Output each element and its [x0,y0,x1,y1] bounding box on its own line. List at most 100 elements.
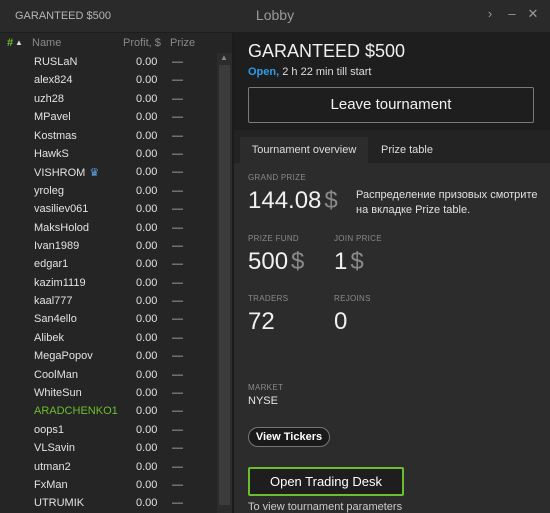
player-row[interactable]: kazim1119 0.00 — [0,274,215,292]
leave-tournament-button[interactable]: Leave tournament [248,87,534,123]
player-profit: 0.00 [136,331,158,344]
scroll-up-icon[interactable]: ▲ [220,53,228,62]
traders-label: TRADERS [248,294,289,303]
player-profit: 0.00 [136,497,158,510]
player-rows: RUSLaN 0.00 — alex824 0.00 — uzh28 0.00 — MPavel 0… [0,53,215,513]
player-row[interactable]: CoolMan 0.00 — [0,366,215,384]
player-name-text: MPavel [34,111,71,124]
player-name: HawkS [34,148,69,160]
open-trading-desk-button[interactable]: Open Trading Desk [248,467,404,496]
player-name: MaksHolod [34,222,89,234]
player-row[interactable]: VISHROM ♛ 0.00 — [0,163,215,181]
player-name: CoolMan [34,369,78,381]
player-prize: — [172,350,183,363]
crown-icon: ♛ [89,167,100,180]
join-price-label: JOIN PRICE [334,234,382,243]
player-row[interactable]: alex824 0.00 — [0,71,215,89]
player-profit: 0.00 [136,203,158,216]
player-profit: 0.00 [136,56,158,68]
hint-text: To view tournament parameters [248,501,403,513]
player-row[interactable]: oops1 0.00 — [0,421,215,439]
rejoins-value: 0 [334,308,348,335]
player-row[interactable]: Ivan1989 0.00 — [0,237,215,255]
tab-prize-table[interactable]: Prize table [372,137,442,163]
player-name-text: kaal777 [34,295,73,308]
player-name: MegaPopov [34,350,93,362]
player-name: Alibek [34,332,64,344]
player-name-text: San4ello [34,313,77,326]
tournament-pane: GARANTEED $500 Open, 2 h 22 min till sta… [234,33,550,513]
player-name-text: edgar1 [34,258,69,271]
player-name: vasiliev061 [34,203,88,215]
sort-arrow-icon[interactable]: ▲ [15,38,23,47]
player-profit: 0.00 [136,74,158,87]
close-icon[interactable]: ✕ [525,6,541,22]
player-row[interactable]: WhiteSun 0.00 — [0,384,215,402]
player-prize: — [172,478,183,491]
player-name-text: MaksHolod [34,221,90,234]
player-name: oops1 [34,424,64,436]
player-name-text: alex824 [34,74,73,87]
scroll-thumb[interactable] [219,65,230,505]
player-row[interactable]: MaksHolod 0.00 — [0,219,215,237]
player-row[interactable]: MegaPopov 0.00 — [0,347,215,365]
player-row[interactable]: edgar1 0.00 — [0,255,215,273]
player-prize: — [172,276,183,289]
player-profit: 0.00 [136,166,158,179]
player-name-text: MegaPopov [34,350,93,363]
player-row[interactable]: HawkS 0.00 — [0,145,215,163]
player-profit: 0.00 [136,221,158,234]
forward-icon[interactable]: › [482,6,498,21]
column-prize-header[interactable]: Prize [170,37,195,49]
status-open: Open, [248,66,280,78]
player-prize: — [172,405,183,418]
player-row[interactable]: MPavel 0.00 — [0,108,215,126]
player-row[interactable]: uzh28 0.00 — [0,90,215,108]
player-prize: — [172,313,183,326]
tab-tournament-overview[interactable]: Tournament overview [240,137,368,163]
player-profit: 0.00 [136,147,158,160]
player-row[interactable]: kaal777 0.00 — [0,292,215,310]
player-row[interactable]: Alibek 0.00 — [0,329,215,347]
player-name-text: Ivan1989 [34,239,80,252]
player-profit: 0.00 [136,460,158,473]
player-row[interactable]: Kostmas 0.00 — [0,127,215,145]
player-row[interactable]: FxMan 0.00 — [0,476,215,494]
player-name: Ivan1989 [34,240,79,252]
player-row[interactable]: San4ello 0.00 — [0,310,215,328]
player-row[interactable]: VLSavin 0.00 — [0,439,215,457]
player-row[interactable]: ARADCHENKO1 0.00 — [0,402,215,420]
player-prize: — [172,111,183,124]
player-name: San4ello [34,313,77,325]
minimize-icon[interactable]: – [504,6,520,21]
player-profit: 0.00 [136,295,158,308]
player-name: uzh28 [34,93,64,105]
player-profit: 0.00 [136,442,158,455]
player-prize: — [172,92,183,105]
prize-fund-value: 500 [248,248,289,275]
column-profit-header[interactable]: Profit, $ [123,37,161,49]
player-row[interactable]: utman2 0.00 — [0,458,215,476]
player-name: MPavel [34,111,71,123]
scrollbar[interactable]: ▲ [217,53,232,513]
player-prize: — [172,203,183,216]
player-name-text: CoolMan [34,368,79,381]
view-tickers-button[interactable]: View Tickers [248,427,330,447]
player-prize: — [172,166,183,179]
player-row[interactable]: vasiliev061 0.00 — [0,200,215,218]
player-row[interactable]: RUSLaN 0.00 — [0,53,215,71]
player-list-pane: # ▲ Name Profit, $ Prize RUSLaN 0.00— alex… [0,33,232,513]
player-profit: 0.00 [136,405,158,418]
player-row[interactable]: yroleg 0.00 — [0,182,215,200]
player-profit: 0.00 [136,111,158,124]
player-profit: 0.00 [136,184,158,197]
player-profit: 0.00 [136,313,158,326]
player-profit: 0.00 [136,423,158,436]
column-name-header[interactable]: Name [32,37,61,49]
join-price-value: 1 [334,248,348,275]
player-row[interactable]: UTRUMIK 0.00 — [0,494,215,512]
rejoins-label: REJOINS [334,294,371,303]
player-profit: 0.00 [136,368,158,381]
player-profit: 0.00 [136,387,158,400]
sort-hash[interactable]: # [7,37,13,49]
